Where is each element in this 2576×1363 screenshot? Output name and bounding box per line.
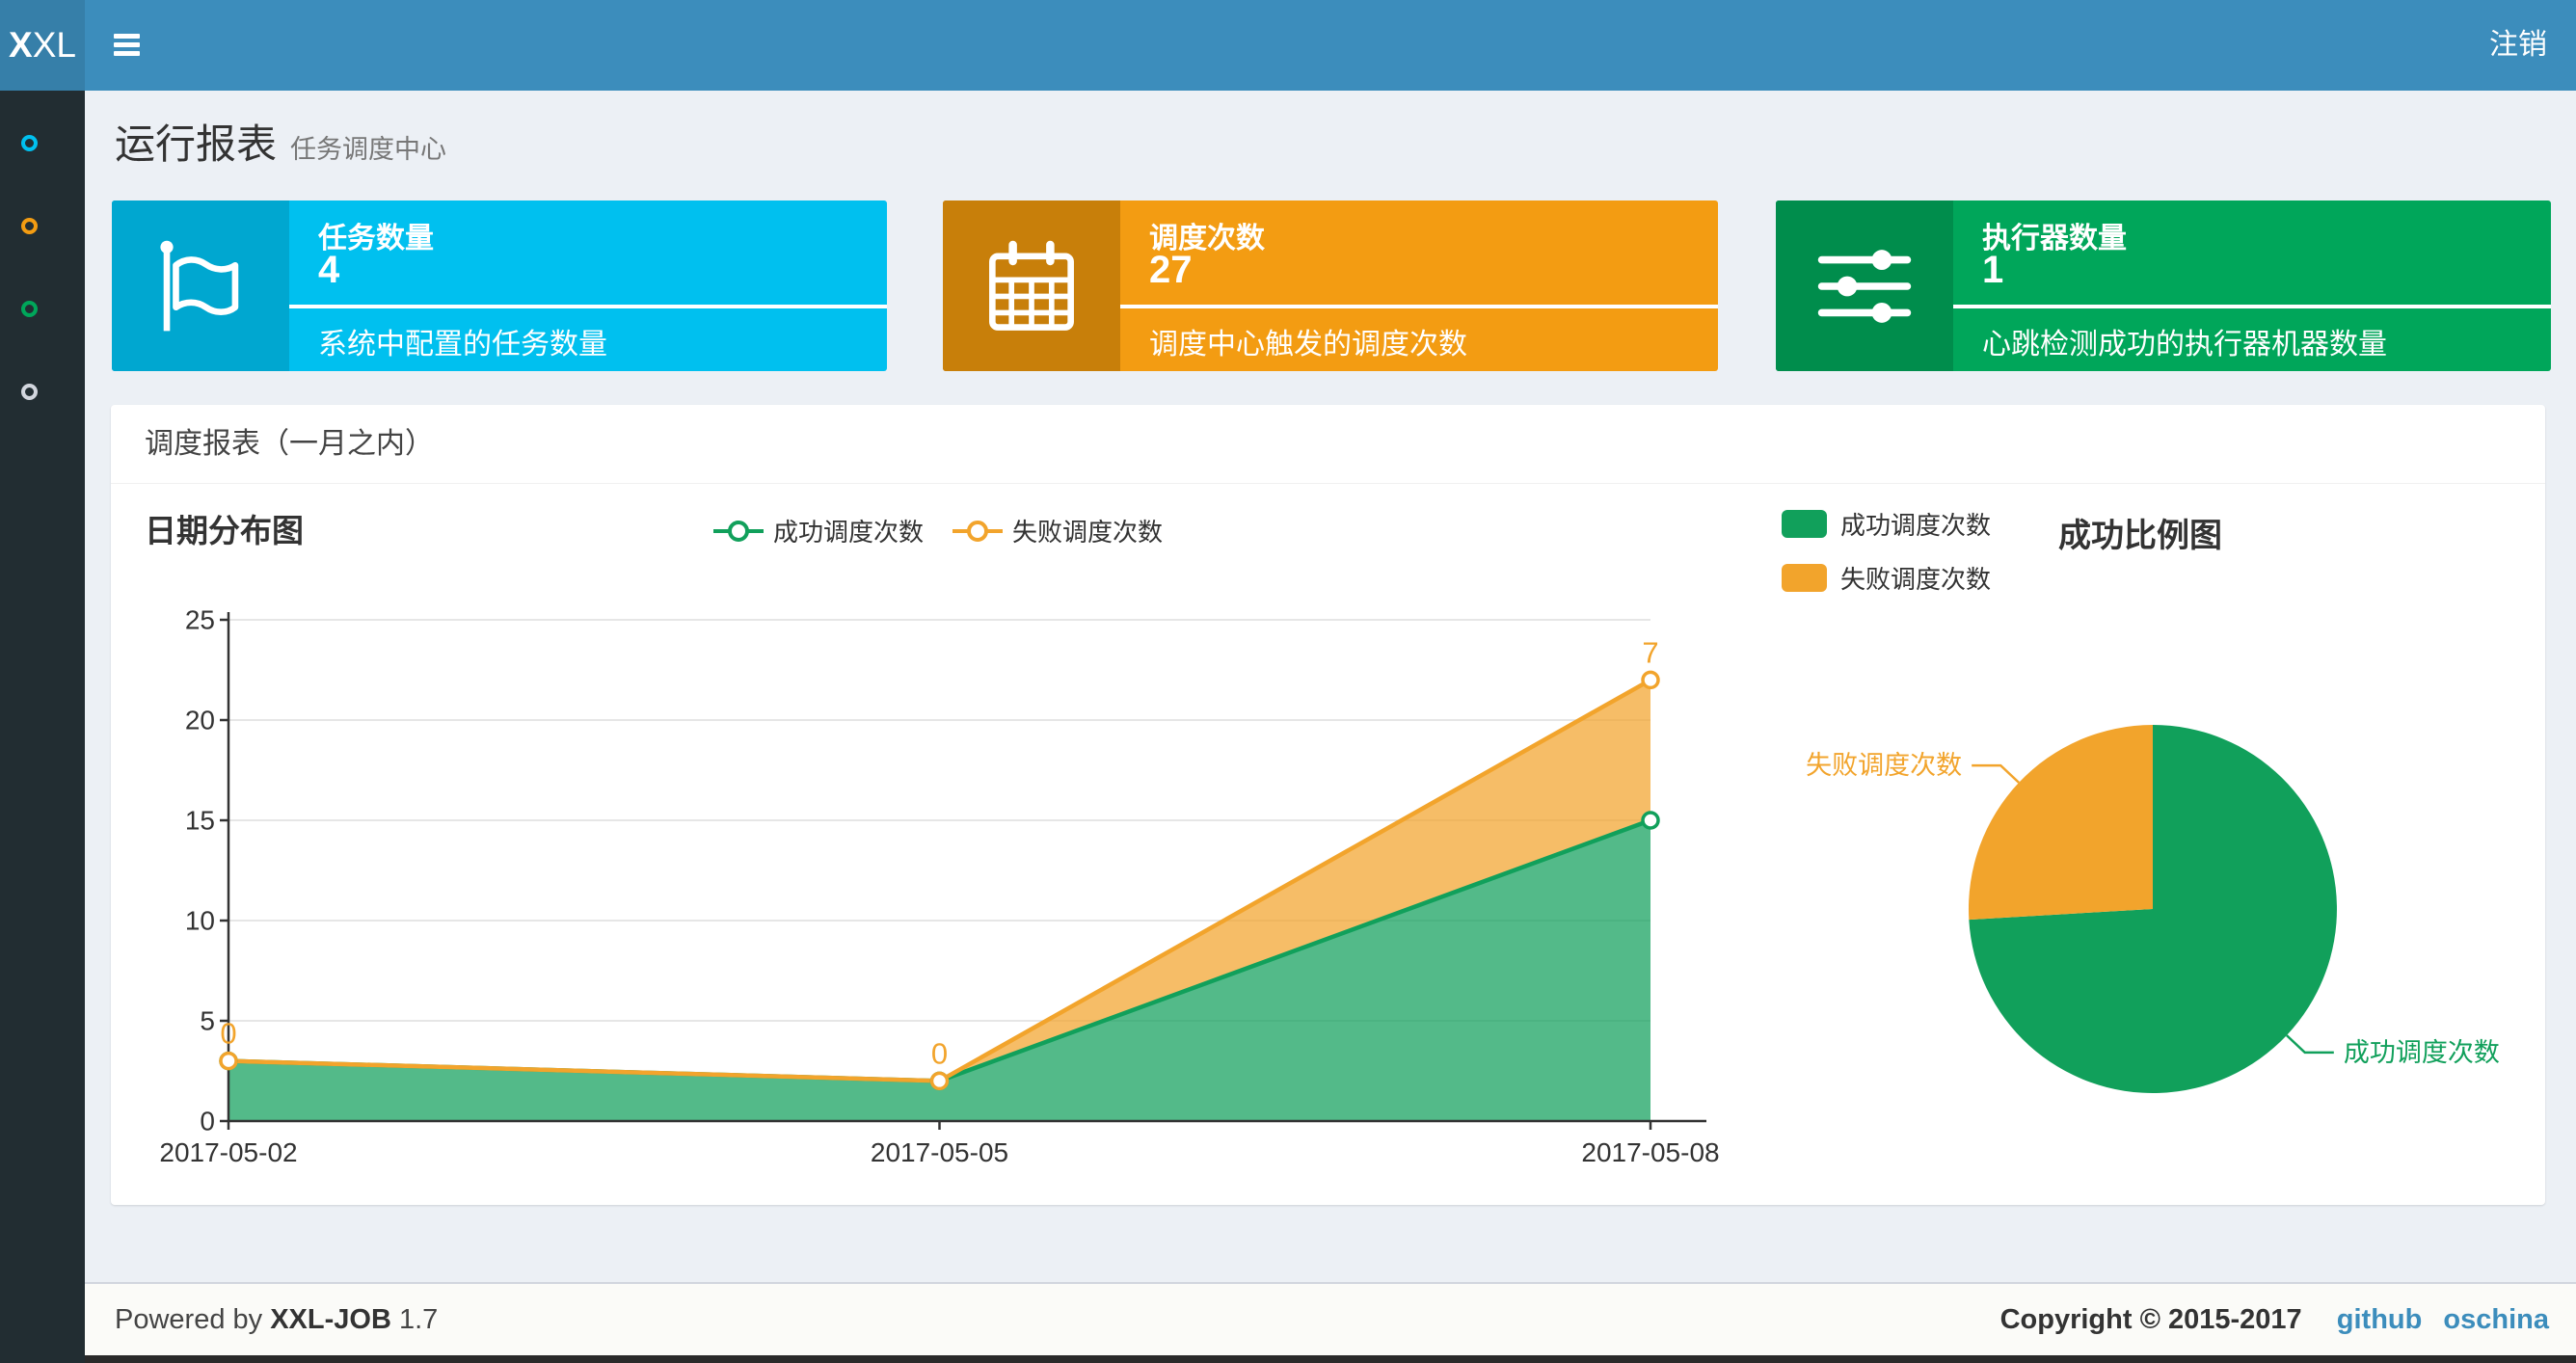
legend-item-fail[interactable]: 失败调度次数	[1782, 560, 1991, 596]
info-box-icon-area	[943, 200, 1120, 371]
sidebar-item-executor[interactable]	[21, 384, 38, 400]
success-ratio-pie-chart: 成功调度次数 失败调度次数	[1806, 725, 2500, 1093]
legend-label: 成功调度次数	[1840, 511, 1992, 540]
top-navbar: XXL 注销	[0, 0, 2576, 91]
sidebar-item-job[interactable]	[21, 218, 38, 234]
product-name: XXL-JOB	[270, 1304, 391, 1335]
main-footer: Powered by XXL-JOB 1.7 Copyright © 2015-…	[85, 1282, 2576, 1355]
info-box-executors: 执行器数量 1 心跳检测成功的执行器机器数量	[1776, 200, 2551, 371]
info-box-value: 4	[318, 249, 340, 291]
pie-chart-legend: 成功调度次数 失败调度次数	[1782, 506, 1991, 596]
copyright-text: Copyright © 2015-2017	[1999, 1304, 2302, 1335]
hamburger-icon	[114, 34, 140, 60]
pie-chart-title: 成功比例图	[2058, 518, 2222, 554]
sidebar-item-log[interactable]	[21, 301, 38, 317]
legend-item-success[interactable]: 成功调度次数	[1782, 506, 1991, 542]
info-box-divider	[1120, 305, 1718, 308]
sidebar	[0, 91, 85, 1363]
svg-text:5: 5	[200, 1006, 215, 1036]
svg-text:0: 0	[931, 1036, 948, 1070]
info-box-icon-area	[112, 200, 289, 371]
page-title-text: 运行报表	[115, 121, 278, 167]
svg-text:2017-05-08: 2017-05-08	[1581, 1137, 1719, 1167]
svg-text:7: 7	[1642, 635, 1658, 669]
svg-text:2017-05-02: 2017-05-02	[159, 1137, 297, 1167]
svg-text:0: 0	[220, 1017, 236, 1051]
github-link[interactable]: github	[2337, 1304, 2423, 1335]
legend-label: 失败调度次数	[1012, 518, 1164, 547]
app-logo-light: XL	[32, 25, 76, 65]
info-box-description: 系统中配置的任务数量	[318, 329, 607, 361]
info-box-divider	[1953, 305, 2551, 308]
line-legend-marker-icon	[713, 520, 764, 542]
svg-text:10: 10	[185, 906, 215, 936]
app-logo[interactable]: XXL	[0, 0, 85, 91]
line-chart-title: 日期分布图	[145, 513, 304, 548]
sidebar-item-report[interactable]	[21, 135, 38, 151]
svg-text:20: 20	[185, 706, 215, 735]
page-title: 运行报表 任务调度中心	[115, 121, 446, 167]
svg-text:15: 15	[185, 806, 215, 836]
logout-link[interactable]: 注销	[2460, 0, 2576, 91]
flag-icon	[160, 240, 239, 331]
info-box-description: 调度中心触发的调度次数	[1149, 329, 1467, 361]
sidebar-toggle-button[interactable]	[85, 0, 177, 91]
page-header: 运行报表 任务调度中心	[115, 112, 446, 171]
line-legend-marker-icon	[953, 520, 1004, 542]
info-box-value: 27	[1149, 249, 1193, 291]
schedule-report-panel: 调度报表（一月之内） 日期分布图 成功调度次数 失败调度次数 0 5 10 15 20 2…	[111, 405, 2545, 1205]
legend-item-success[interactable]: 成功调度次数	[713, 513, 924, 548]
info-box-icon-area	[1776, 200, 1953, 371]
app-logo-bold: X	[9, 25, 33, 65]
legend-label: 失败调度次数	[1840, 565, 1992, 594]
svg-text:25: 25	[185, 605, 215, 635]
svg-text:2017-05-05: 2017-05-05	[871, 1137, 1008, 1167]
oschina-link[interactable]: oschina	[2443, 1304, 2549, 1335]
info-box-value: 1	[1982, 249, 2004, 291]
powered-by: Powered by XXL-JOB 1.7	[115, 1304, 439, 1335]
svg-text:0: 0	[200, 1107, 215, 1136]
page-subtitle: 任务调度中心	[290, 135, 447, 164]
svg-text:成功调度次数: 成功调度次数	[2344, 1038, 2500, 1067]
legend-label: 成功调度次数	[773, 518, 925, 547]
sliders-icon	[1817, 249, 1912, 323]
legend-swatch-icon	[1782, 510, 1827, 538]
window-bottom-edge	[0, 1355, 2576, 1363]
calendar-icon	[989, 240, 1074, 331]
legend-item-fail[interactable]: 失败调度次数	[953, 513, 1163, 548]
info-box-description: 心跳检测成功的执行器机器数量	[1982, 329, 2387, 361]
line-chart-legend: 成功调度次数 失败调度次数	[713, 513, 1163, 548]
svg-text:失败调度次数: 失败调度次数	[1806, 751, 1962, 780]
legend-swatch-icon	[1782, 564, 1827, 592]
xxl-job-dashboard: XXL 注销 运行报表 任务调度中心 任务数量 4 系统中配置的任务数量 调度次…	[0, 0, 2576, 1363]
info-box-triggers: 调度次数 27 调度中心触发的调度次数	[943, 200, 1718, 371]
info-box-divider	[289, 305, 887, 308]
info-box-jobs: 任务数量 4 系统中配置的任务数量	[112, 200, 887, 371]
date-distribution-area-chart: 05101520252017-05-02 2017-05-05 2017-05-08…	[159, 605, 1719, 1168]
panel-title: 调度报表（一月之内）	[111, 405, 2545, 484]
info-box-label: 执行器数量	[1982, 223, 2127, 254]
product-version: 1.7	[398, 1304, 439, 1335]
